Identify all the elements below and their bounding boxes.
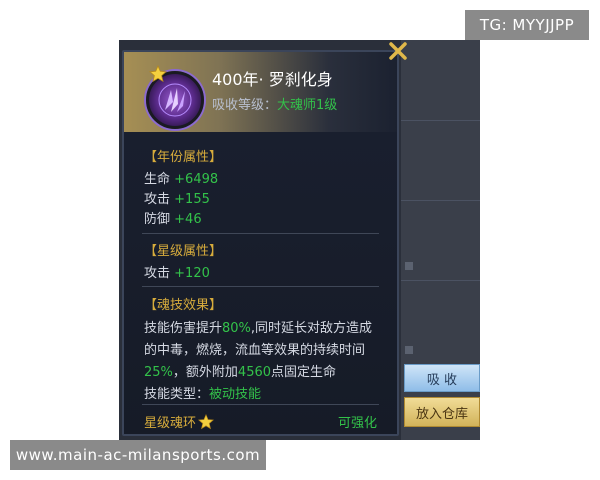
section-divider xyxy=(142,286,379,287)
skill-percent: 80% xyxy=(222,321,251,336)
skill-type-label: 技能类型： xyxy=(144,387,210,402)
skill-percent: 25% xyxy=(144,365,173,380)
claw-emblem-icon xyxy=(158,83,192,117)
card-header: 400年· 罗刹化身 吸收等级：大魂师1级 xyxy=(124,52,397,132)
section-divider xyxy=(142,404,379,405)
enhanceable-label: 可强化 xyxy=(338,416,378,431)
stat-row: 生命 +6498 xyxy=(144,168,218,187)
gold-star-icon xyxy=(198,413,214,429)
section-divider xyxy=(142,233,379,234)
star-ring-label: 星级魂环 xyxy=(144,416,197,431)
skill-text: ，额外附加 xyxy=(172,365,238,380)
absorb-button[interactable]: 吸 收 xyxy=(404,364,480,392)
gold-star-icon xyxy=(149,65,167,83)
skill-text: 点固定生命 xyxy=(271,365,337,380)
skill-effect-heading: 【魂技效果】 xyxy=(144,298,223,313)
stat-label: 防御 xyxy=(144,212,171,227)
stat-value: +155 xyxy=(174,192,210,207)
watermark-top: TG: MYYJJPP xyxy=(465,10,589,40)
skill-text: 技能伤害提升 xyxy=(144,321,223,336)
absorb-level-label: 吸收等级： xyxy=(212,98,278,113)
stat-row: 攻击 +120 xyxy=(144,262,210,281)
background-divider xyxy=(401,200,480,201)
close-icon[interactable] xyxy=(387,40,409,62)
background-mark xyxy=(405,346,413,354)
stat-value: +120 xyxy=(174,266,210,281)
absorb-level-value: 大魂师1级 xyxy=(277,98,338,113)
stat-value: +46 xyxy=(174,212,202,227)
year-attributes-heading: 【年份属性】 xyxy=(144,150,223,165)
stat-row: 攻击 +155 xyxy=(144,188,210,207)
stat-label: 攻击 xyxy=(144,192,171,207)
store-in-warehouse-button[interactable]: 放入仓库 xyxy=(404,397,480,427)
star-ring-footer: 星级魂环 xyxy=(144,412,214,431)
stat-label: 生命 xyxy=(144,172,171,187)
stat-row: 防御 +46 xyxy=(144,208,202,227)
skill-flat-value: 4560 xyxy=(237,365,272,380)
skill-description: 技能伤害提升80%,同时延长对敌方造成的中毒，燃烧，流血等效果的持续时间25%，… xyxy=(144,318,384,406)
watermark-bottom: www.main-ac-milansports.com xyxy=(10,440,266,470)
item-title: 400年· 罗刹化身 xyxy=(212,70,333,89)
skill-type-value: 被动技能 xyxy=(209,387,262,402)
soul-ring-info-card: 400年· 罗刹化身 吸收等级：大魂师1级 【年份属性】 生命 +6498 攻击… xyxy=(122,50,399,436)
background-divider xyxy=(401,120,480,121)
stat-value: +6498 xyxy=(174,172,219,187)
background-mark xyxy=(405,262,413,270)
stat-label: 攻击 xyxy=(144,266,171,281)
absorb-level: 吸收等级：大魂师1级 xyxy=(212,94,337,113)
star-attributes-heading: 【星级属性】 xyxy=(144,244,223,259)
background-divider xyxy=(401,280,480,281)
